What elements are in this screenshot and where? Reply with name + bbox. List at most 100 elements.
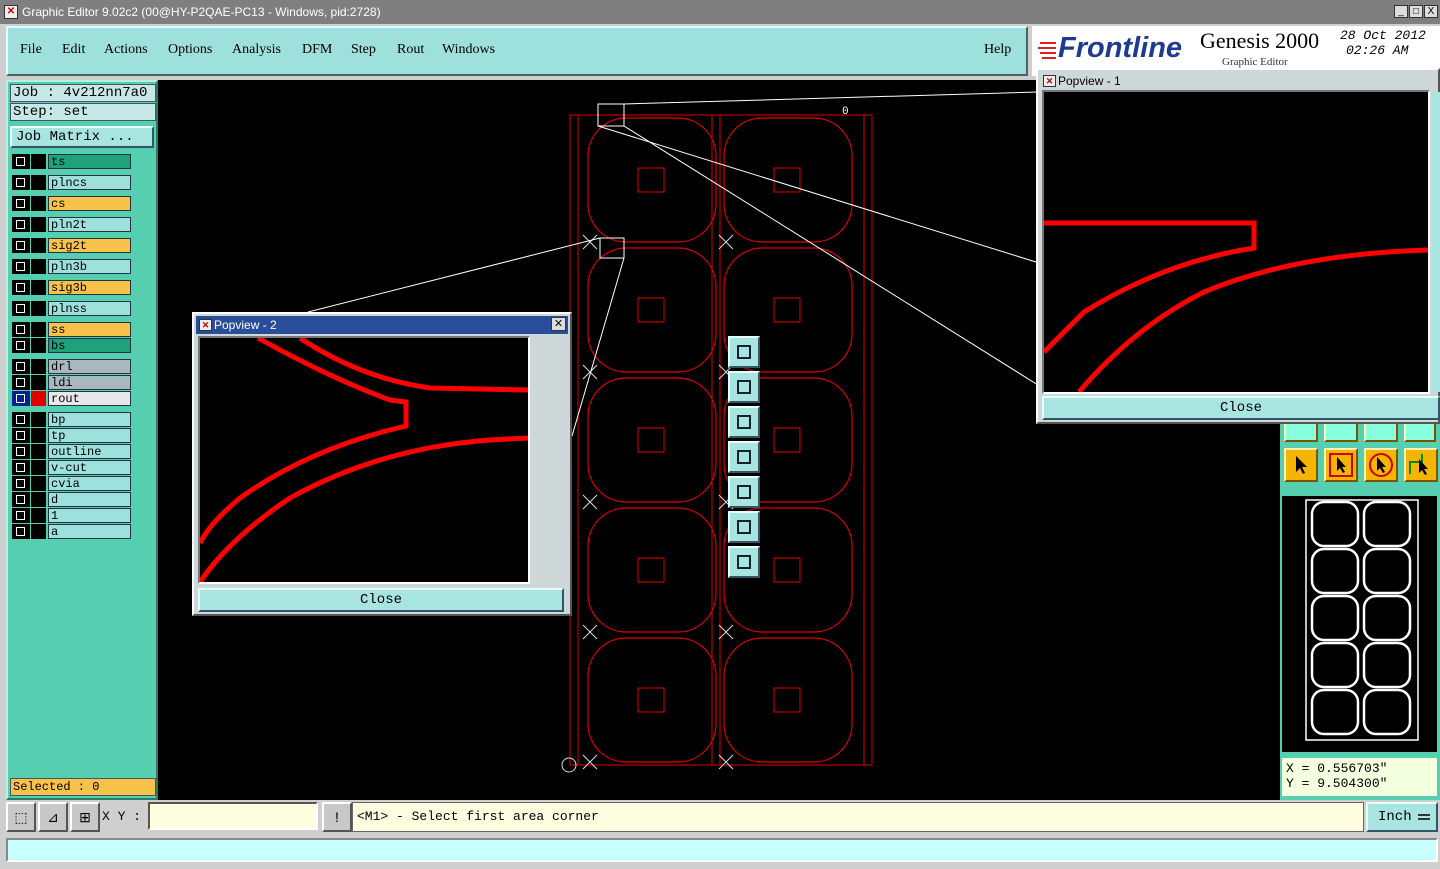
layer-row-outline[interactable]: outline	[12, 444, 131, 459]
layer-name[interactable]: bp	[48, 412, 131, 427]
layer-checkbox[interactable]	[12, 301, 30, 316]
layer-name[interactable]: tp	[48, 428, 131, 443]
layer-name[interactable]: sig2t	[48, 238, 131, 253]
menu-rout[interactable]: Rout	[397, 42, 424, 58]
layer-checkbox[interactable]	[12, 444, 30, 459]
popview-2-view[interactable]	[197, 335, 530, 584]
tool-c-icon[interactable]	[1364, 422, 1398, 442]
pan-down-icon[interactable]	[728, 406, 760, 438]
layer-row-ldi[interactable]: ldi	[12, 375, 131, 390]
zoom-in-icon[interactable]	[728, 511, 760, 543]
menu-help[interactable]: Help	[984, 42, 1011, 58]
layer-name[interactable]: a	[48, 524, 131, 539]
layer-name[interactable]: cvia	[48, 476, 131, 491]
popview-2-close-icon[interactable]: ✕	[551, 317, 566, 331]
layer-row-ts[interactable]: ts	[12, 154, 131, 169]
layer-row-1[interactable]: 1	[12, 508, 131, 523]
layer-name[interactable]: ldi	[48, 375, 131, 390]
popview-1-view[interactable]	[1042, 90, 1430, 394]
popview-1-scrollbar[interactable]	[1432, 92, 1440, 392]
overview-minimap[interactable]	[1282, 496, 1437, 752]
layer-name[interactable]: 1	[48, 508, 131, 523]
menu-analysis[interactable]: Analysis	[232, 42, 281, 58]
layer-checkbox[interactable]	[12, 175, 30, 190]
layer-checkbox[interactable]	[12, 508, 30, 523]
layer-row-v-cut[interactable]: v-cut	[12, 460, 131, 475]
menu-options[interactable]: Options	[168, 42, 212, 58]
layer-row-bp[interactable]: bp	[12, 412, 131, 427]
close-window-button[interactable]: X	[1424, 5, 1438, 18]
layer-checkbox[interactable]	[12, 428, 30, 443]
tool-d-icon[interactable]	[1404, 422, 1436, 442]
layer-row-cvia[interactable]: cvia	[12, 476, 131, 491]
layer-name[interactable]: cs	[48, 196, 131, 211]
layer-name[interactable]: ts	[48, 154, 131, 169]
popview-2-titlebar[interactable]: ✕ Popview - 2	[196, 316, 568, 334]
layer-checkbox[interactable]	[12, 238, 30, 253]
layer-name[interactable]: d	[48, 492, 131, 507]
unit-selector[interactable]: Inch	[1366, 802, 1438, 832]
layer-checkbox[interactable]	[12, 391, 30, 406]
layer-row-drl[interactable]: drl	[12, 359, 131, 374]
grid-icon[interactable]: ⊞	[70, 802, 100, 832]
menu-actions[interactable]: Actions	[104, 42, 148, 58]
layer-name[interactable]: pln2t	[48, 217, 131, 232]
layer-checkbox[interactable]	[12, 338, 30, 353]
layer-checkbox[interactable]	[12, 196, 30, 211]
layer-row-rout[interactable]: rout	[12, 391, 131, 406]
popview-1-close-button[interactable]: Close	[1042, 396, 1440, 420]
layer-name[interactable]: sig3b	[48, 280, 131, 295]
zoom-window-icon[interactable]	[728, 336, 760, 368]
layer-checkbox[interactable]	[12, 524, 30, 539]
layer-checkbox[interactable]	[12, 412, 30, 427]
pan-left-icon[interactable]	[728, 441, 760, 473]
zoom-out-icon[interactable]	[728, 546, 760, 578]
layer-row-tp[interactable]: tp	[12, 428, 131, 443]
layer-checkbox[interactable]	[12, 217, 30, 232]
menu-step[interactable]: Step	[351, 42, 376, 58]
job-matrix-button[interactable]: Job Matrix ...	[10, 126, 154, 148]
layer-name[interactable]: outline	[48, 444, 131, 459]
layer-name[interactable]: v-cut	[48, 460, 131, 475]
pan-up-icon[interactable]	[728, 371, 760, 403]
minimize-button[interactable]: _	[1394, 5, 1408, 18]
layer-checkbox[interactable]	[12, 322, 30, 337]
layer-name[interactable]: plnss	[48, 301, 131, 316]
menu-windows[interactable]: Windows	[442, 42, 495, 58]
layer-checkbox[interactable]	[12, 259, 30, 274]
layer-name[interactable]: rout	[48, 391, 131, 406]
layer-row-cs[interactable]: cs	[12, 196, 131, 211]
select-circle-icon[interactable]	[1364, 448, 1398, 482]
tool-b-icon[interactable]	[1324, 422, 1358, 442]
layer-checkbox[interactable]	[12, 280, 30, 295]
popview-1-titlebar[interactable]: ✕ Popview - 1	[1040, 72, 1436, 90]
layer-row-ss[interactable]: ss	[12, 322, 131, 337]
snap-mode-icon[interactable]: ⬚	[6, 802, 36, 832]
warning-icon[interactable]: !	[322, 802, 352, 832]
select-net-icon[interactable]	[1404, 448, 1438, 482]
layer-row-plncs[interactable]: plncs	[12, 175, 131, 190]
select-arrow-icon[interactable]	[1284, 448, 1318, 482]
layer-checkbox[interactable]	[12, 375, 30, 390]
pan-right-icon[interactable]	[728, 476, 760, 508]
select-box-icon[interactable]	[1324, 448, 1358, 482]
menu-dfm[interactable]: DFM	[302, 42, 332, 58]
xy-input[interactable]	[148, 802, 318, 830]
layer-checkbox[interactable]	[12, 154, 30, 169]
layer-row-pln3b[interactable]: pln3b	[12, 259, 131, 274]
layer-name[interactable]: pln3b	[48, 259, 131, 274]
measure-icon[interactable]: ⊿	[38, 802, 68, 832]
layer-checkbox[interactable]	[12, 492, 30, 507]
layer-row-a[interactable]: a	[12, 524, 131, 539]
layer-name[interactable]: drl	[48, 359, 131, 374]
layer-row-d[interactable]: d	[12, 492, 131, 507]
layer-row-bs[interactable]: bs	[12, 338, 131, 353]
layer-name[interactable]: ss	[48, 322, 131, 337]
layer-name[interactable]: bs	[48, 338, 131, 353]
menu-edit[interactable]: Edit	[62, 42, 85, 58]
menu-file[interactable]: File	[20, 42, 42, 58]
layer-checkbox[interactable]	[12, 460, 30, 475]
layer-row-sig2t[interactable]: sig2t	[12, 238, 131, 253]
layer-checkbox[interactable]	[12, 476, 30, 491]
layer-name[interactable]: plncs	[48, 175, 131, 190]
